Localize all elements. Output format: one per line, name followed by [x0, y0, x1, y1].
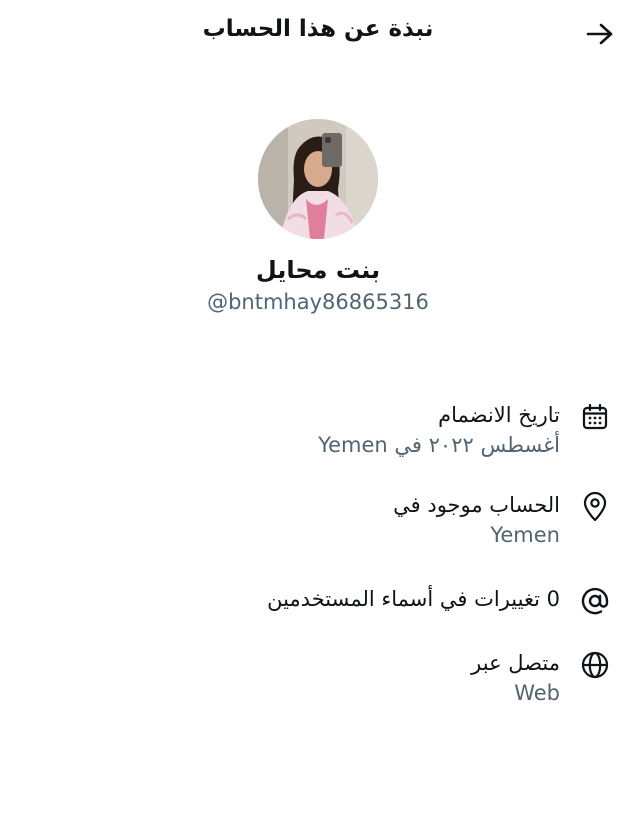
username-changes-row: 0 تغييرات في أسماء المستخدمين: [22, 584, 612, 618]
page-title: نبذة عن هذا الحساب: [202, 16, 434, 42]
location-value: Yemen: [490, 523, 560, 547]
connected-via-value: Web: [514, 681, 560, 705]
profile-photo: [258, 119, 378, 239]
location-label: الحساب موجود في: [393, 493, 560, 517]
joined-label: تاريخ الانضمام: [438, 403, 560, 427]
connected-via-row: متصل عبر Web: [22, 648, 612, 708]
back-button[interactable]: [584, 18, 616, 50]
avatar[interactable]: [258, 119, 378, 239]
at-sign-icon: [581, 587, 609, 615]
connected-via-label: متصل عبر: [471, 651, 560, 675]
display-name: بنت محايل: [255, 256, 381, 284]
joined-row: تاريخ الانضمام أغسطس ٢٠٢٢ في Yemen: [22, 400, 612, 460]
username-handle: @bntmhay86865316: [207, 290, 429, 314]
joined-value: أغسطس ٢٠٢٢ في Yemen: [318, 433, 560, 457]
location-pin-icon: [583, 492, 607, 522]
globe-icon: [581, 651, 609, 679]
location-row: الحساب موجود في Yemen: [22, 490, 612, 550]
username-changes-label: 0 تغييرات في أسماء المستخدمين: [267, 587, 560, 611]
arrow-right-icon: [586, 23, 613, 45]
top-bar: نبذة عن هذا الحساب: [0, 0, 636, 66]
calendar-icon: [582, 403, 608, 430]
